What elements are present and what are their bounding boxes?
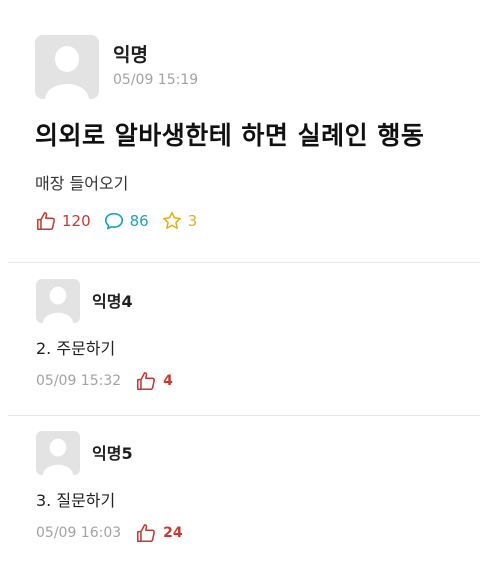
thumbs-up-icon[interactable] — [135, 522, 157, 544]
speech-bubble-icon — [104, 212, 123, 230]
default-avatar-icon — [36, 279, 80, 323]
default-avatar-icon — [35, 35, 99, 99]
comment-author-name: 익명5 — [92, 444, 133, 463]
thumbs-up-icon — [36, 212, 55, 231]
comment-timestamp: 05/09 15:32 — [36, 373, 122, 389]
post-like-count: 120 — [62, 212, 91, 230]
comment-item: 익명5 3. 질문하기 05/09 16:03 24 — [0, 415, 480, 565]
comment-like-count: 24 — [163, 525, 183, 541]
star-icon — [162, 211, 181, 230]
post-comment-button[interactable]: 86 — [103, 210, 149, 232]
comment-item: 익명4 2. 주문하기 05/09 15:32 4 — [0, 263, 480, 413]
post-author-name: 익명 — [113, 44, 148, 66]
post-like-button[interactable]: 120 — [35, 210, 91, 232]
post-author-avatar[interactable] — [35, 35, 99, 99]
comment-meta: 05/09 16:03 24 — [36, 522, 183, 544]
comment-author-avatar[interactable] — [36, 431, 80, 475]
post-comment-count: 86 — [129, 212, 149, 230]
post-stats: 120 86 3 — [35, 210, 209, 232]
comment-text: 2. 주문하기 — [36, 339, 116, 358]
comment-timestamp: 05/09 16:03 — [36, 525, 122, 541]
post: 익명 05/09 15:19 의외로 알바생한테 하면 실례인 행동 매장 들어… — [0, 0, 480, 262]
thumbs-up-icon[interactable] — [135, 370, 157, 392]
comment-author-avatar[interactable] — [36, 279, 80, 323]
comment-text: 3. 질문하기 — [36, 491, 116, 510]
default-avatar-icon — [36, 431, 80, 475]
post-scrap-count: 3 — [187, 212, 198, 230]
comment-like-count: 4 — [163, 373, 173, 389]
post-scrap-button[interactable]: 3 — [161, 210, 198, 232]
comment-meta: 05/09 15:32 4 — [36, 370, 173, 392]
post-timestamp: 05/09 15:19 — [113, 72, 199, 88]
post-body: 매장 들어오기 — [35, 174, 129, 193]
comment-author-name: 익명4 — [92, 292, 133, 311]
post-title: 의외로 알바생한테 하면 실례인 행동 — [35, 121, 425, 150]
